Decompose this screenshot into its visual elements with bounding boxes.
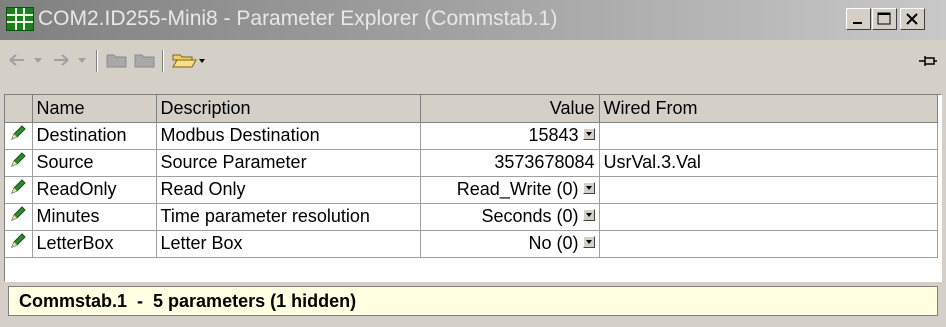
table-row[interactable]: Source Source Parameter 3573678084 UsrVal.3… (5, 149, 938, 177)
cell-value-text: No (0) (528, 233, 579, 253)
column-header-description[interactable]: Description (156, 95, 421, 123)
cell-description: Source Parameter (156, 149, 421, 177)
cell-value[interactable]: Read_Write (0) (420, 176, 600, 204)
cell-description: Read Only (156, 176, 421, 204)
status-bar: Commstab.1 - 5 parameters (1 hidden) (8, 286, 938, 316)
folder-icon[interactable] (134, 50, 156, 70)
toolbar-separator (162, 50, 164, 72)
dropdown-arrow-icon[interactable] (582, 182, 595, 195)
minimize-button[interactable] (846, 8, 871, 30)
maximize-button[interactable] (872, 8, 897, 30)
parameter-explorer-window: COM2.ID255-Mini8 - Parameter Explorer (C… (0, 0, 946, 327)
grid-app-icon (6, 7, 34, 31)
cell-value-text: Seconds (0) (481, 206, 579, 226)
cell-description: Modbus Destination (156, 122, 421, 150)
pin-icon[interactable] (918, 53, 938, 69)
title-bar[interactable]: COM2.ID255-Mini8 - Parameter Explorer (C… (0, 0, 946, 40)
table-row[interactable]: Destination Modbus Destination 15843 (5, 122, 938, 150)
cell-value-text: Read_Write (0) (456, 179, 579, 199)
cell-wired-from[interactable] (599, 176, 938, 204)
cell-description: Time parameter resolution (156, 203, 421, 231)
table-row[interactable]: Minutes Time parameter resolution Seconds … (5, 203, 938, 231)
cell-description: Letter Box (156, 230, 421, 258)
cell-wired-from[interactable] (599, 122, 938, 150)
table-header-row: Name Description Value Wired From (5, 95, 938, 123)
table-row[interactable]: LetterBox Letter Box No (0) (5, 230, 938, 258)
cell-name[interactable]: LetterBox (32, 230, 157, 258)
dropdown-arrow-icon[interactable] (582, 209, 595, 222)
parameter-grid: Name Description Value Wired From Destin… (4, 94, 942, 282)
column-header-wired-from[interactable]: Wired From (599, 95, 938, 123)
column-header-name[interactable]: Name (32, 95, 157, 123)
status-text: Commstab.1 - 5 parameters (1 hidden) (19, 291, 357, 311)
cell-wired-from[interactable] (599, 203, 938, 231)
table-row[interactable]: ReadOnly Read Only Read_Write (0) (5, 176, 938, 204)
back-dropdown-icon[interactable] (32, 50, 44, 70)
window-title: COM2.ID255-Mini8 - Parameter Explorer (C… (38, 7, 558, 30)
toolbar-separator (96, 50, 98, 72)
cell-value[interactable]: No (0) (420, 230, 600, 258)
cell-value[interactable]: 15843 (420, 122, 600, 150)
forward-arrow-icon[interactable] (52, 50, 70, 70)
dropdown-arrow-icon[interactable] (582, 128, 595, 141)
toolbar (0, 40, 946, 84)
cell-wired-from[interactable] (599, 230, 938, 258)
cell-value[interactable]: Seconds (0) (420, 203, 600, 231)
cell-name[interactable]: Destination (32, 122, 157, 150)
cell-name[interactable]: Minutes (32, 203, 157, 231)
edit-pencil-icon (5, 203, 33, 231)
close-button[interactable] (900, 8, 925, 30)
edit-pencil-icon (5, 230, 33, 258)
edit-pencil-icon (5, 122, 33, 150)
edit-pencil-icon (5, 176, 33, 204)
cell-name[interactable]: ReadOnly (32, 176, 157, 204)
dropdown-arrow-icon[interactable] (582, 236, 595, 249)
row-header-corner (5, 95, 33, 123)
cell-value[interactable]: 3573678084 (420, 149, 600, 177)
folder-icon[interactable] (106, 50, 128, 70)
forward-dropdown-icon[interactable] (76, 50, 88, 70)
cell-value-text: 15843 (528, 125, 579, 145)
back-arrow-icon[interactable] (8, 50, 26, 70)
edit-pencil-icon (5, 149, 33, 177)
parameter-table: Name Description Value Wired From Destin… (5, 95, 938, 258)
column-header-value[interactable]: Value (420, 95, 600, 123)
cell-wired-from[interactable]: UsrVal.3.Val (599, 149, 938, 177)
cell-value-text: 3573678084 (494, 152, 595, 172)
cell-name[interactable]: Source (32, 149, 157, 177)
open-folder-icon[interactable] (172, 50, 206, 70)
